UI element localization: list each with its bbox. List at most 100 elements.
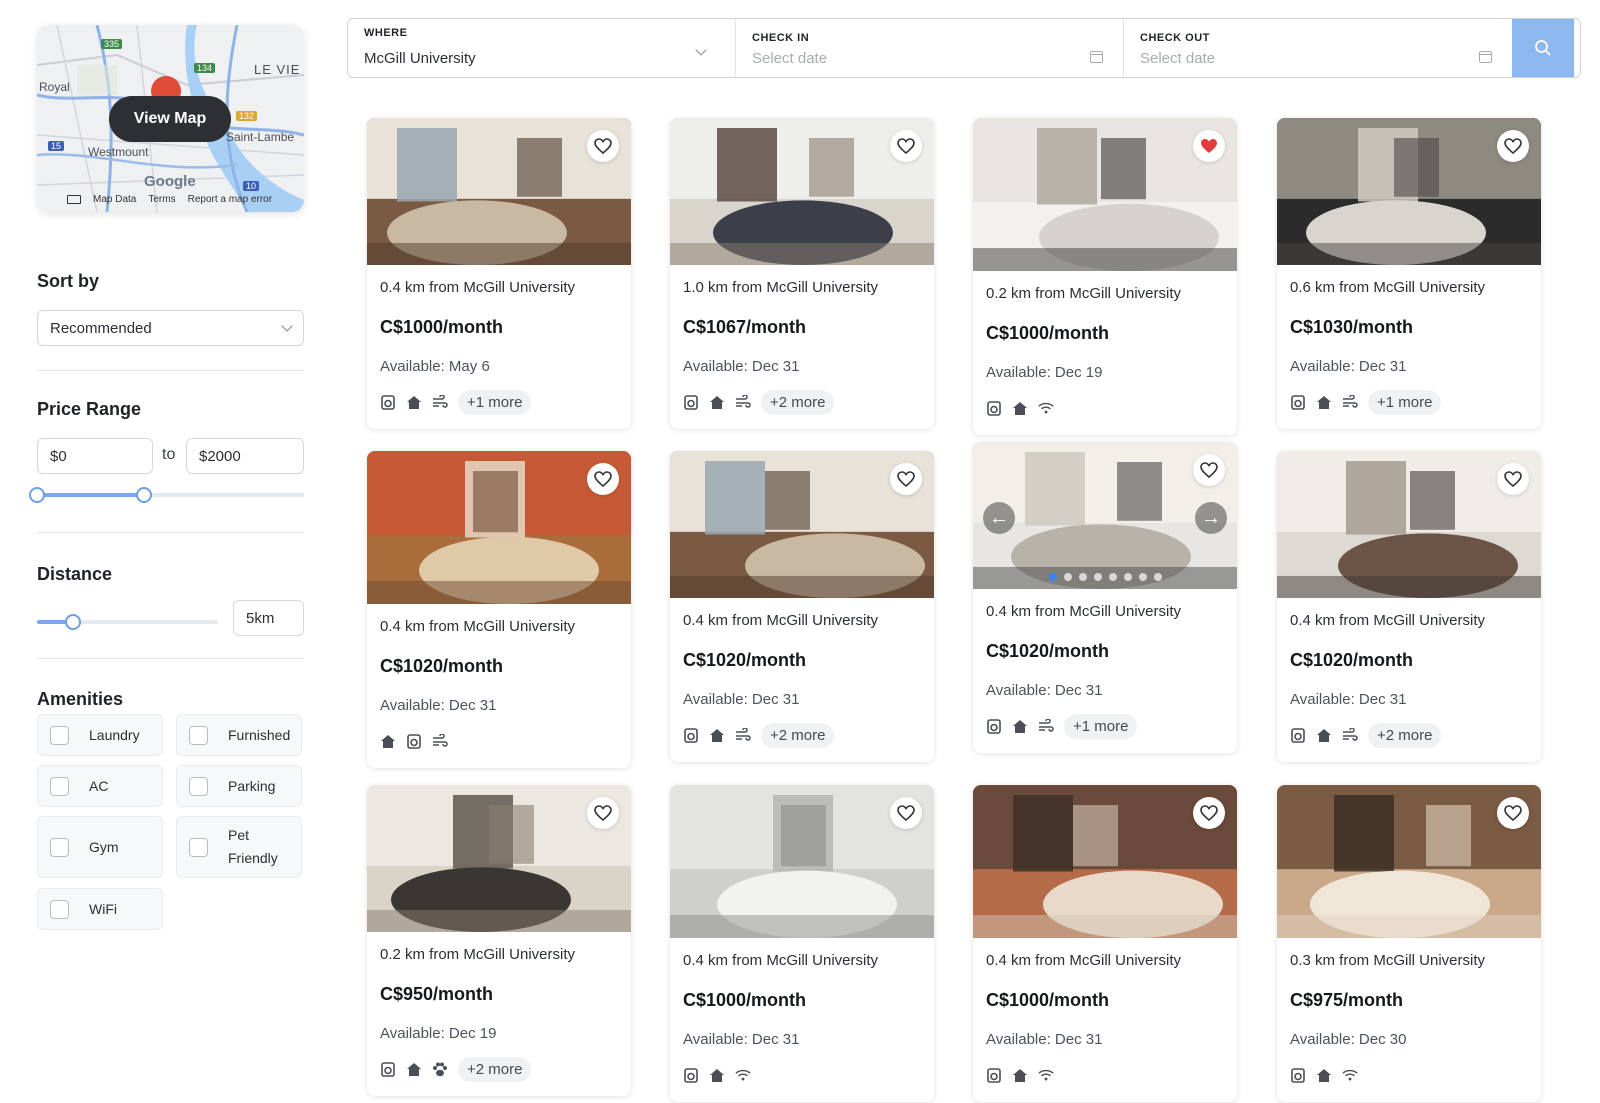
map-data-link[interactable]: Map Data — [93, 194, 136, 205]
listing-photo[interactable] — [670, 785, 934, 938]
listing-card[interactable]: 0.4 km from McGill University C$1020/mont… — [367, 451, 631, 768]
price-min-handle[interactable] — [29, 487, 45, 503]
checkbox[interactable] — [189, 837, 208, 857]
carousel-dot[interactable] — [1094, 573, 1102, 581]
carousel-dot[interactable] — [1049, 573, 1057, 581]
checkbox[interactable] — [189, 776, 208, 796]
route-badge: 134 — [194, 63, 216, 73]
amenity-wifi[interactable]: WiFi — [37, 888, 163, 930]
listing-photo[interactable] — [670, 451, 934, 598]
check-in-input[interactable]: Select date — [752, 50, 827, 67]
distance-title: Distance — [37, 564, 113, 584]
more-amenities-badge[interactable]: +2 more — [761, 722, 835, 748]
amenity-parking[interactable]: Parking — [176, 765, 302, 807]
sort-select[interactable]: Recommended — [37, 310, 304, 346]
price-max-handle[interactable] — [135, 487, 152, 503]
arrow-right-icon[interactable]: → — [1195, 502, 1227, 534]
calendar-icon[interactable] — [1090, 51, 1103, 63]
listing-card[interactable]: 0.2 km from McGill University C$950/month… — [367, 785, 631, 1096]
listing-details: 0.2 km from McGill University C$1000/mont… — [973, 271, 1237, 421]
chevron-down-icon[interactable] — [695, 44, 707, 56]
heart-icon[interactable] — [587, 463, 619, 495]
laundry-icon — [683, 1067, 699, 1083]
carousel-dot[interactable] — [1154, 573, 1162, 581]
listing-photo[interactable] — [973, 785, 1237, 938]
amenity-ac[interactable]: AC — [37, 765, 163, 807]
listing-availability: Available: Dec 31 — [380, 697, 497, 714]
heart-icon[interactable] — [587, 797, 619, 829]
listing-photo[interactable] — [973, 118, 1237, 271]
listing-photo[interactable] — [367, 118, 631, 265]
ac-icon — [1342, 394, 1358, 410]
distance-input[interactable]: 5km — [233, 600, 304, 636]
listing-photo[interactable] — [367, 451, 631, 604]
heart-icon[interactable] — [890, 463, 922, 495]
listing-card[interactable]: 0.4 km from McGill University C$1020/mont… — [1277, 451, 1541, 762]
where-field[interactable]: WHERE McGill University — [348, 19, 736, 77]
checkbox[interactable] — [189, 725, 208, 745]
listing-photo[interactable] — [1277, 118, 1541, 265]
wifi-icon — [1038, 400, 1054, 416]
heart-icon[interactable] — [1497, 130, 1529, 162]
listing-card[interactable]: 0.4 km from McGill University C$1020/mont… — [670, 451, 934, 762]
search-button[interactable] — [1512, 19, 1574, 77]
listing-card[interactable]: ← → 0.4 km from McGill University C$1020/mo… — [973, 442, 1237, 753]
listing-price: C$1020/month — [683, 650, 807, 670]
heart-icon[interactable] — [890, 797, 922, 829]
checkbox[interactable] — [50, 725, 69, 745]
checkbox[interactable] — [50, 837, 69, 857]
checkbox[interactable] — [50, 899, 69, 919]
carousel-dot[interactable] — [1109, 573, 1117, 581]
amenity-furnished[interactable]: Furnished — [176, 714, 302, 756]
amenity-gym[interactable]: Gym — [37, 816, 163, 878]
carousel-dot[interactable] — [1124, 573, 1132, 581]
view-map-button[interactable]: View Map — [109, 96, 231, 142]
more-amenities-badge[interactable]: +1 more — [1064, 713, 1138, 739]
more-amenities-badge[interactable]: +1 more — [1368, 389, 1442, 415]
heart-icon[interactable] — [1497, 797, 1529, 829]
amenity-pet-friendly[interactable]: Pet Friendly — [176, 816, 302, 878]
listing-card[interactable]: 0.2 km from McGill University C$1000/mont… — [973, 118, 1237, 435]
amenity-laundry[interactable]: Laundry — [37, 714, 163, 756]
map-preview[interactable]: Royal LE VIE Westmount Saint-Lambe 335 1… — [37, 25, 304, 212]
listing-photo[interactable]: ← → — [973, 442, 1237, 589]
arrow-left-icon[interactable]: ← — [983, 502, 1015, 534]
terms-link[interactable]: Terms — [148, 194, 175, 205]
listing-card[interactable]: 0.6 km from McGill University C$1030/mont… — [1277, 118, 1541, 429]
heart-filled-icon[interactable] — [1193, 130, 1225, 162]
listing-distance: 0.4 km from McGill University — [683, 952, 879, 969]
heart-icon[interactable] — [1497, 463, 1529, 495]
more-amenities-badge[interactable]: +2 more — [458, 1056, 532, 1082]
more-amenities-badge[interactable]: +2 more — [761, 389, 835, 415]
listing-card[interactable]: 0.4 km from McGill University C$1000/mont… — [670, 785, 934, 1102]
distance-handle[interactable] — [65, 614, 82, 630]
checkbox[interactable] — [50, 776, 69, 796]
listing-photo[interactable] — [1277, 785, 1541, 938]
carousel-dot[interactable] — [1079, 573, 1087, 581]
listing-photo[interactable] — [367, 785, 631, 932]
more-amenities-badge[interactable]: +1 more — [458, 389, 532, 415]
listing-card[interactable]: 0.4 km from McGill University C$1000/mont… — [973, 785, 1237, 1102]
check-out-input[interactable]: Select date — [1140, 50, 1215, 67]
heart-icon[interactable] — [1193, 454, 1225, 486]
heart-icon[interactable] — [890, 130, 922, 162]
heart-icon[interactable] — [587, 130, 619, 162]
listing-card[interactable]: 0.3 km from McGill University C$975/month… — [1277, 785, 1541, 1102]
carousel-dot[interactable] — [1139, 573, 1147, 581]
more-amenities-badge[interactable]: +2 more — [1368, 722, 1442, 748]
price-max-input[interactable]: $2000 — [186, 438, 304, 474]
carousel-dot[interactable] — [1064, 573, 1072, 581]
check-in-field[interactable]: CHECK IN Select date — [736, 19, 1124, 77]
where-value[interactable]: McGill University — [364, 50, 476, 67]
report-map-error-link[interactable]: Report a map error — [188, 194, 272, 205]
listing-photo[interactable] — [670, 118, 934, 265]
listing-card[interactable]: 1.0 km from McGill University C$1067/mont… — [670, 118, 934, 429]
calendar-icon[interactable] — [1479, 51, 1492, 63]
listing-card[interactable]: 0.4 km from McGill University C$1000/mont… — [367, 118, 631, 429]
check-out-field[interactable]: CHECK OUT Select date — [1124, 19, 1512, 77]
price-min-input[interactable]: $0 — [37, 438, 153, 474]
keyboard-icon[interactable] — [67, 195, 81, 204]
listing-photo[interactable] — [1277, 451, 1541, 598]
heart-icon[interactable] — [1193, 797, 1225, 829]
listing-availability: Available: Dec 31 — [986, 682, 1103, 699]
